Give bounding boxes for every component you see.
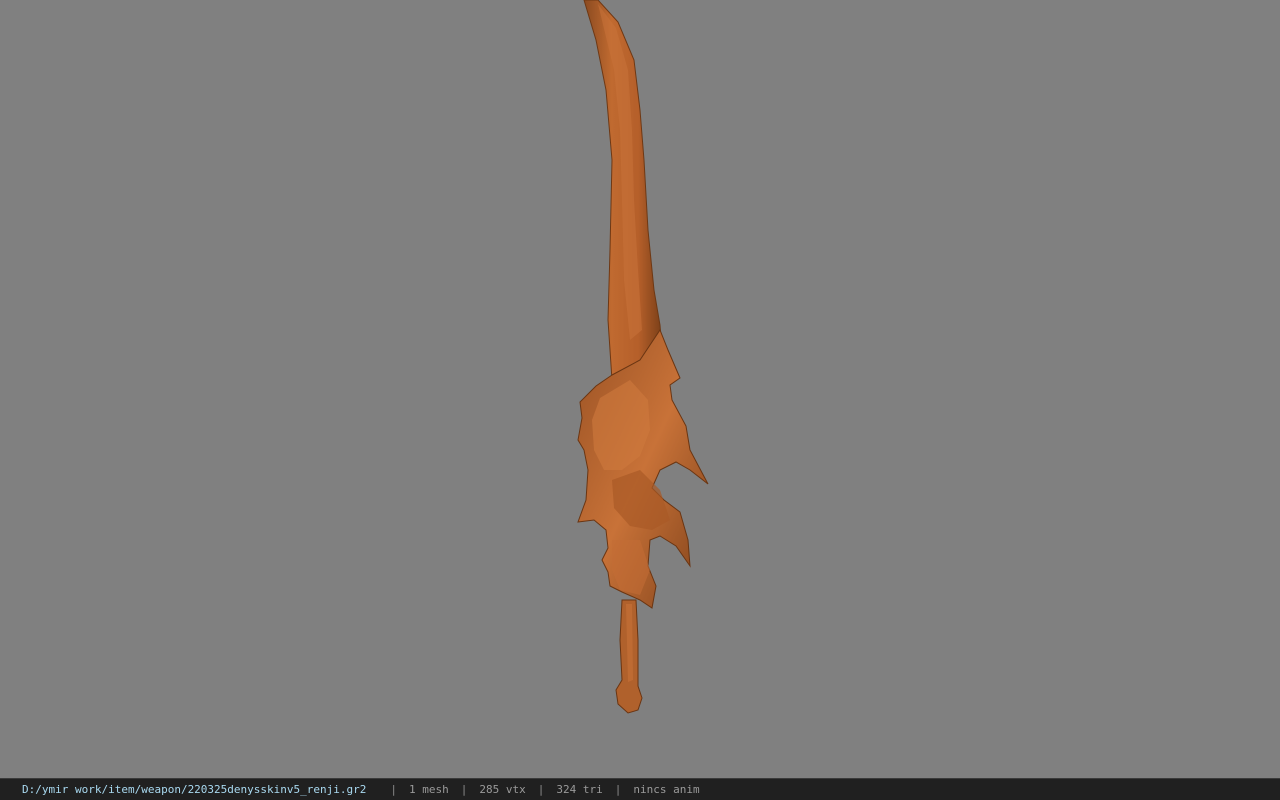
sword-model <box>577 0 709 714</box>
status-bar: D:/ymir work/item/weapon/220325denysskin… <box>0 778 1280 800</box>
3d-viewport[interactable] <box>0 0 1280 778</box>
separator: | <box>614 783 622 796</box>
animation-status: nincs anim <box>633 783 700 796</box>
separator: | <box>460 783 468 796</box>
triangle-count: 324 tri <box>556 783 603 796</box>
vertex-count: 285 vtx <box>479 783 526 796</box>
file-path: D:/ymir work/item/weapon/220325denysskin… <box>22 783 367 796</box>
separator: | <box>390 783 397 796</box>
mesh-count: 1 mesh <box>409 783 449 796</box>
separator: | <box>537 783 545 796</box>
